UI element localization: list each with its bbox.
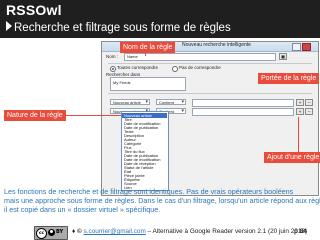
explanation-line: Les fonctions de recherche et de filtrag… [4,187,294,196]
cc-icon: cc [36,228,47,239]
rule1-remove-button[interactable]: − [305,99,313,106]
rule1-field-select[interactable]: Nouveau article [110,99,150,105]
name-label: Nom : [106,54,119,59]
close-icon[interactable] [302,43,311,51]
callout-rule-scope: Portée de la règle [258,73,320,84]
callout-pointer [298,117,299,152]
match-all-label: Toutes correspondre [117,65,159,70]
callout-pointer [66,115,121,116]
location-tree[interactable]: My Feeds [110,77,186,91]
match-any-label: Pas de correspondre [179,65,221,70]
slide-title: RSSOwl [6,2,62,18]
rule1-operator-select[interactable]: Contient [156,99,186,105]
minimize-icon[interactable] [292,43,301,51]
callout-rule-nature: Nature de la règle [4,110,66,121]
separator [108,63,312,64]
rule1-value-input[interactable] [192,99,294,107]
rule2-remove-button[interactable]: − [305,108,313,115]
callout-pointer [145,52,146,56]
rule2-add-button[interactable]: + [296,108,304,115]
callout-add-rule: Ajout d'une règle [264,152,320,163]
rule-field-dropdown[interactable]: Nouveau article Titre Date de modification… [121,111,169,191]
by-icon: BY [56,229,64,235]
location-tree-item[interactable]: My Feeds [113,80,131,85]
explanation-text: Les fonctions de recherche et de filtrag… [4,187,320,214]
rule2-value-input[interactable] [192,108,294,116]
credit-text: – Alternative à Google Reader version 2.… [145,228,308,235]
callout-rule-name: Nom de la règle [120,42,176,53]
page-number: p 84 [294,228,307,235]
bullet-arrow-icon [6,21,12,31]
color-picker-button[interactable]: ■ [279,53,287,60]
separator [108,93,312,94]
slide-subtitle: Recherche et filtrage sous forme de règl… [6,21,231,34]
dialog-title: Nouveau recherche intelligente [182,42,251,48]
name-input[interactable]: Name [124,53,276,61]
creative-commons-badge: cc BY [34,226,68,240]
slide-title-bar: RSSOwl Recherche et filtrage sous forme … [0,0,320,38]
credit-line: ♦ © s.courrier@gmail.com – Alternative à… [72,228,318,238]
author-email-link[interactable]: s.courrier@gmail.com [84,228,146,235]
attribution-icon [48,229,55,236]
explanation-line: il est copié dans un « dossier virtuel »… [4,205,161,214]
explanation-line: mais une approche sous forme de règles. … [4,196,320,205]
copyright-icon: ♦ © [72,228,84,235]
match-any-radio[interactable] [172,66,178,72]
rule1-add-button[interactable]: + [296,99,304,106]
